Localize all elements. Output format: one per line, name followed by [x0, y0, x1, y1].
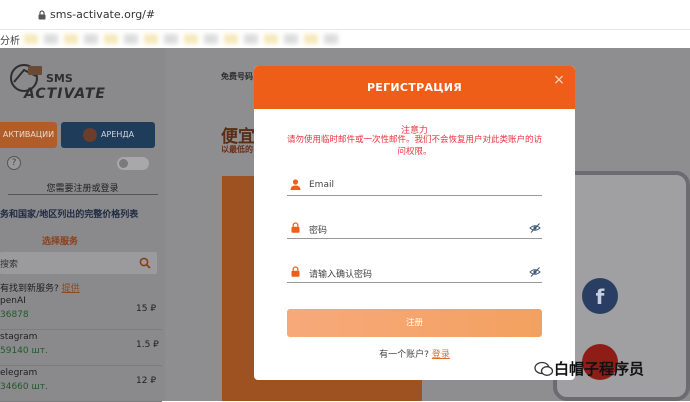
tab-rent-label: АРЕНДА: [101, 130, 135, 139]
watermark-text: 白帽子程序员: [554, 360, 645, 378]
tab-activations[interactable]: АКТИВАЦИИ: [0, 122, 57, 148]
modal-title: РЕГИСТРАЦИЯ: [366, 81, 463, 94]
service-price: 15 ₽: [136, 304, 157, 314]
lock-icon: [291, 222, 300, 233]
service-name: stagram: [0, 332, 38, 342]
eye-slash-icon[interactable]: [529, 222, 541, 234]
have-account-label: 有一个账户?: [379, 350, 429, 360]
lock-icon: [38, 10, 46, 20]
url-text[interactable]: sms-activate.org/#: [50, 8, 155, 21]
logo-sms: SMS: [46, 72, 73, 85]
bookmark-label[interactable]: 分析: [0, 32, 20, 47]
watermark: 白帽子程序员: [534, 356, 690, 384]
modal-header: РЕГИСТРАЦИЯ ×: [254, 66, 575, 109]
service-price: 1.5 ₽: [136, 340, 159, 350]
service-item[interactable]: elegram 34660 шт. 12 ₽: [0, 366, 162, 402]
logo[interactable]: SMS ACTIVATE: [2, 56, 122, 106]
have-account-text: 有一个账户? 登录: [254, 347, 575, 360]
need-register-text: 您需要注册或登录: [46, 184, 119, 194]
suggest-link[interactable]: 提供: [62, 284, 80, 294]
tab-rent[interactable]: АРЕНДА: [61, 122, 155, 148]
not-found-label: 有找到新服务?: [0, 284, 59, 294]
email-field[interactable]: Email: [287, 176, 542, 196]
search-placeholder: 搜索: [0, 260, 19, 270]
email-placeholder: Email: [309, 180, 334, 190]
sidebar: SMS ACTIVATE АКТИВАЦИИ АРЕНДА ? 您需要注册或登录…: [0, 48, 165, 402]
warning-text: 请勿使用临时邮件或一次性邮件。我们不会恢复用户对此类账户的访问权限。: [286, 135, 542, 157]
address-bar[interactable]: sms-activate.org/#: [0, 0, 690, 30]
user-icon: [290, 179, 301, 190]
search-icon[interactable]: [139, 257, 151, 269]
service-count: 36878: [0, 310, 29, 320]
lock-icon: [291, 266, 300, 277]
registration-modal: РЕГИСТРАЦИЯ × 注意力 请勿使用临时邮件或一次性邮件。我们不会恢复用…: [254, 66, 575, 380]
service-name: penAI: [0, 296, 26, 306]
not-found-text: 有找到新服务? 提供: [0, 281, 80, 294]
service-search-input[interactable]: 搜索: [0, 252, 157, 274]
service-item[interactable]: penAI 36878 15 ₽: [0, 294, 162, 330]
facebook-icon: f: [582, 278, 618, 314]
service-name: elegram: [0, 368, 38, 378]
blurred-bookmarks: [24, 34, 344, 44]
divider: [8, 194, 158, 195]
close-icon[interactable]: ×: [551, 72, 567, 88]
globe-icon: [83, 128, 97, 142]
toggle-switch[interactable]: [117, 157, 149, 170]
service-count: 59140 шт.: [0, 346, 48, 356]
login-link[interactable]: 登录: [432, 350, 450, 360]
password-placeholder: 密码: [309, 226, 328, 236]
wechat-icon: [534, 361, 554, 376]
logo-activate: ACTIVATE: [24, 86, 106, 102]
free-numbers-link[interactable]: 免费号码: [221, 71, 253, 82]
help-icon[interactable]: ?: [7, 156, 21, 170]
bookmarks-bar: 分析: [0, 30, 690, 48]
service-item[interactable]: stagram 59140 шт. 1.5 ₽: [0, 330, 162, 366]
price-list-link[interactable]: 务和国家/地区列出的完整价格列表: [0, 207, 138, 220]
eye-slash-icon[interactable]: [529, 266, 541, 278]
confirm-password-field[interactable]: 请输入确认密码: [287, 263, 542, 283]
select-service-heading: 选择服务: [41, 237, 78, 247]
service-price: 12 ₽: [136, 376, 157, 386]
register-button[interactable]: 注册: [287, 309, 542, 337]
service-count: 34660 шт.: [0, 382, 48, 392]
hero-subline: 以最低的: [221, 145, 253, 154]
password-field[interactable]: 密码: [287, 219, 542, 239]
confirm-password-placeholder: 请输入确认密码: [309, 270, 373, 280]
